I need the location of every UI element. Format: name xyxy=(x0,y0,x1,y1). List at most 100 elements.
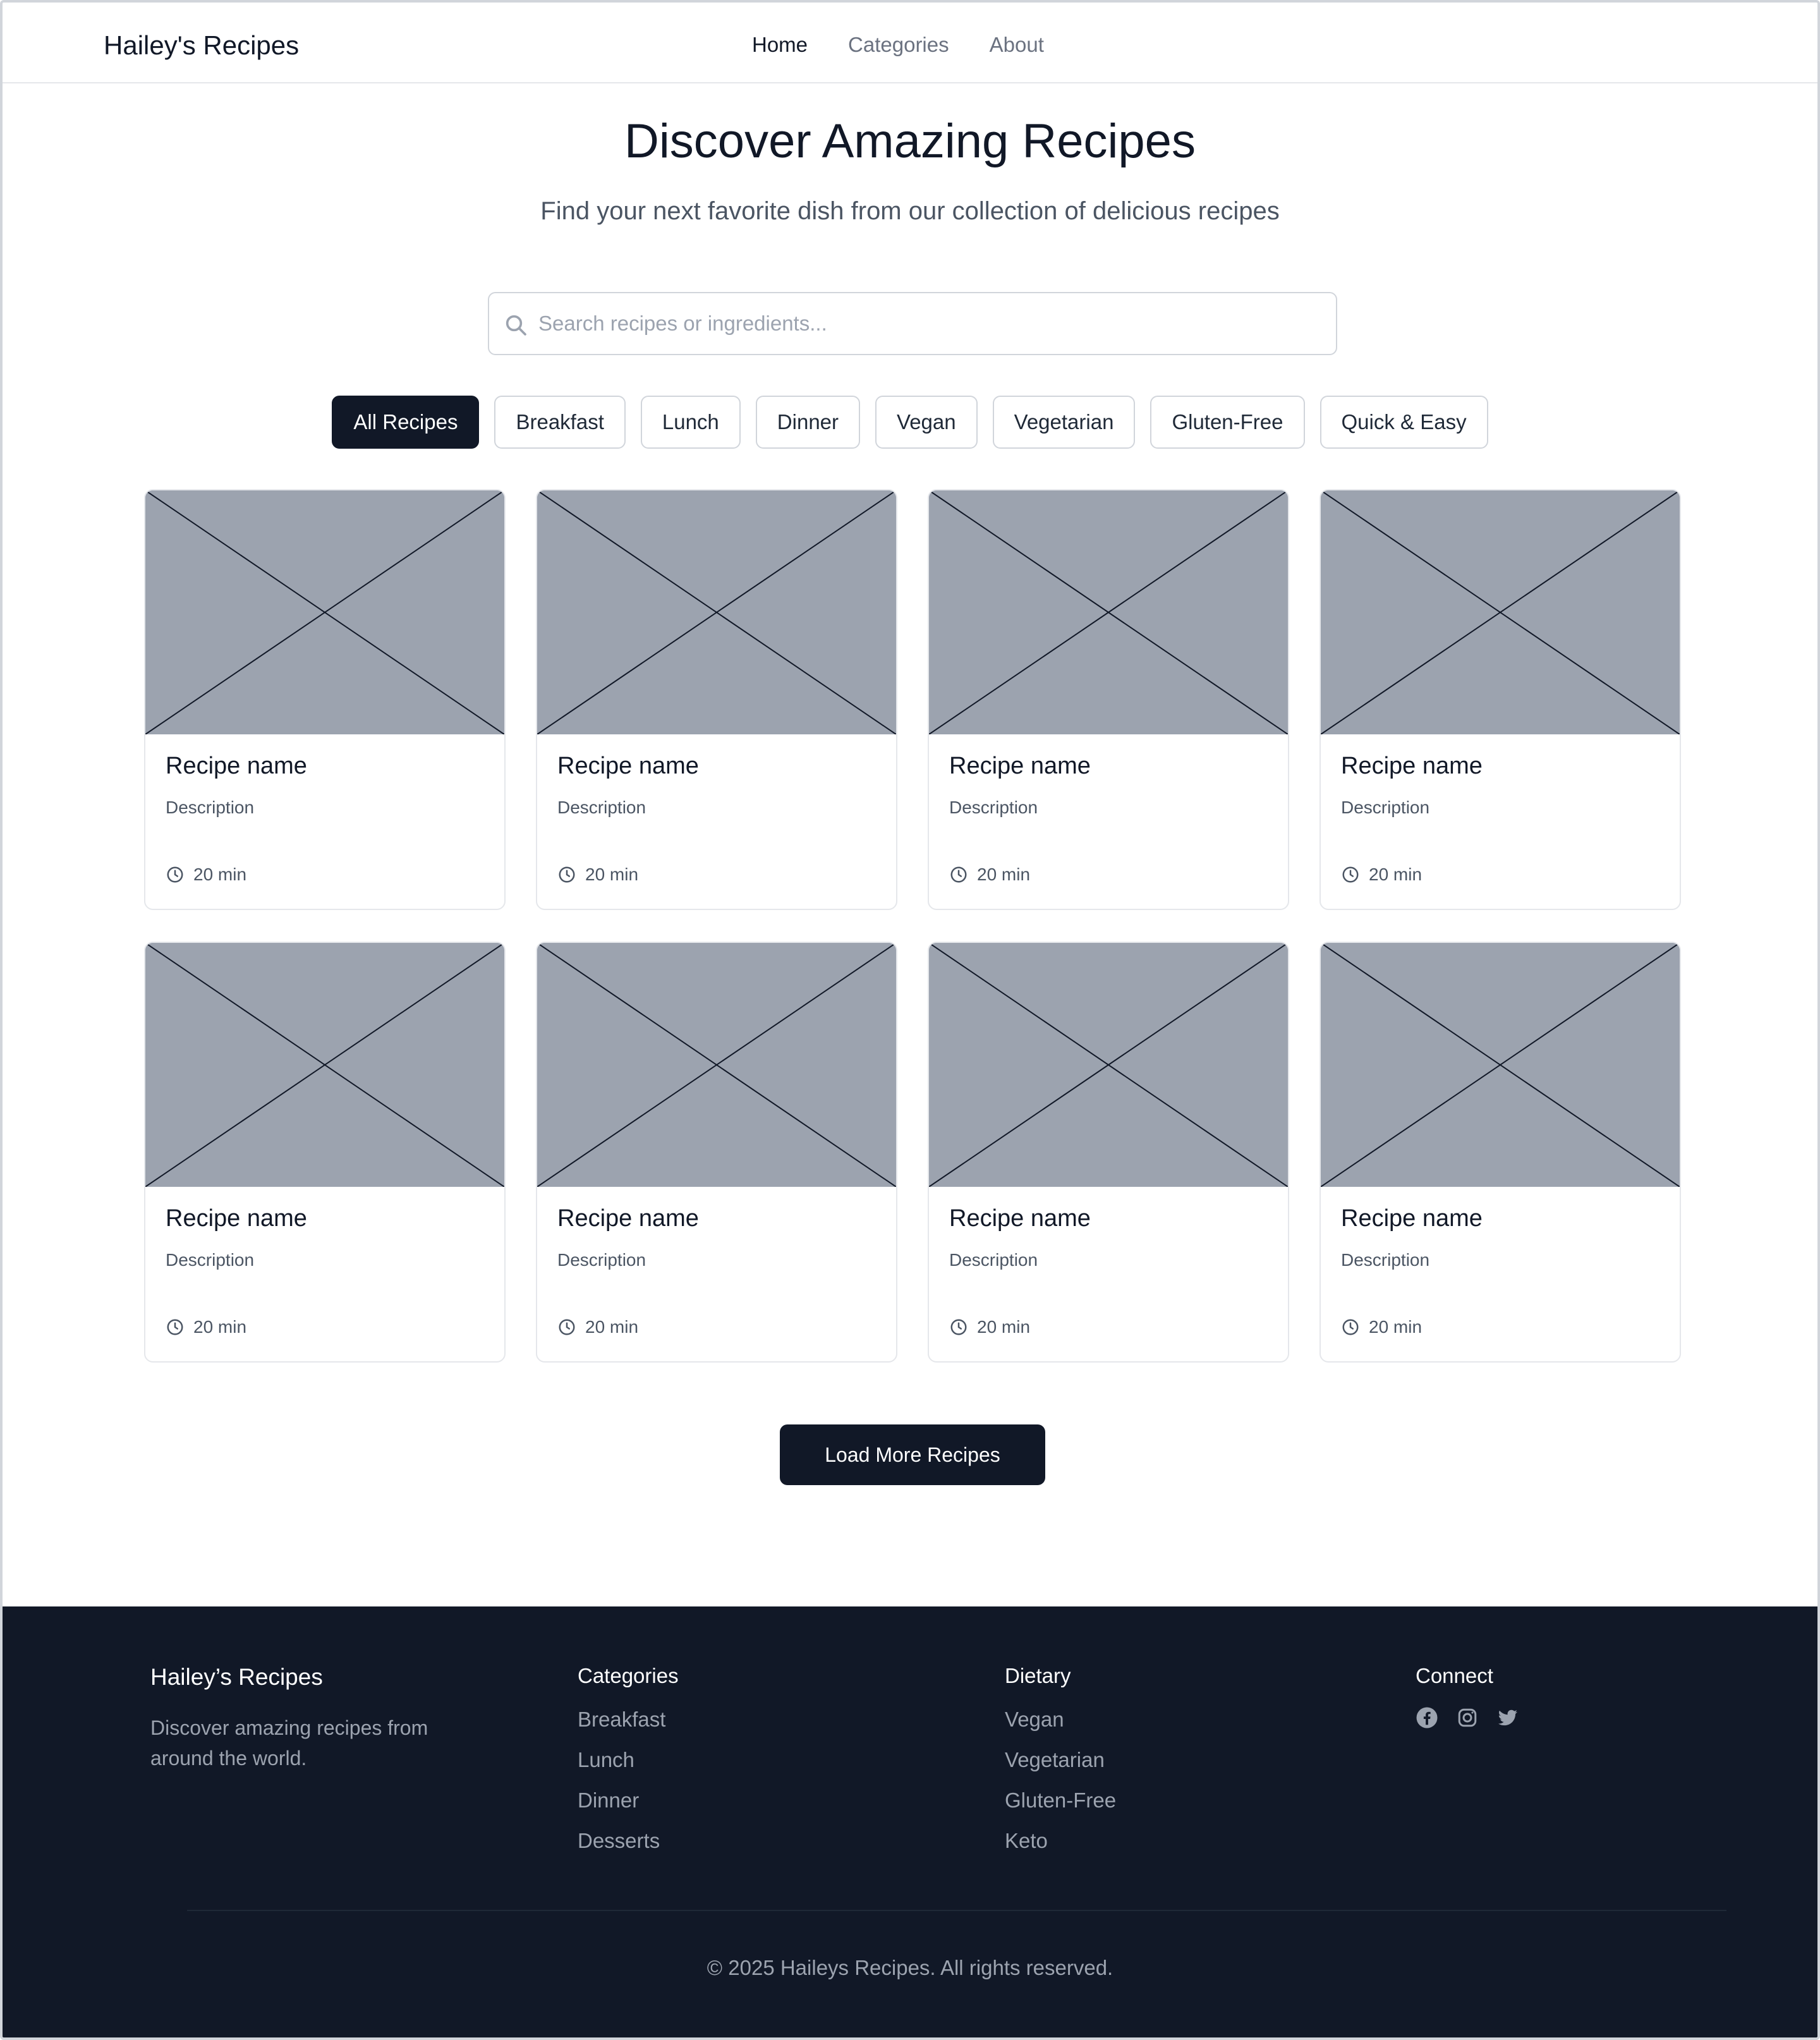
filter-quick-easy[interactable]: Quick & Easy xyxy=(1320,396,1488,449)
recipe-time: 20 min xyxy=(949,1316,1030,1339)
recipe-time: 20 min xyxy=(557,863,638,886)
instagram-icon[interactable] xyxy=(1456,1706,1479,1729)
recipe-description: Description xyxy=(949,798,1038,817)
recipe-time: 20 min xyxy=(166,1316,246,1339)
recipe-card[interactable]: Recipe name Description 20 min xyxy=(928,489,1289,910)
search-input[interactable] xyxy=(538,293,1322,354)
recipe-description: Description xyxy=(166,1250,255,1270)
footer-categories: Categories Breakfast Lunch Dinner Desser… xyxy=(578,1661,679,1867)
clock-icon xyxy=(167,1319,183,1335)
recipe-name: Recipe name xyxy=(1341,1205,1483,1232)
footer-connect: Connect xyxy=(1416,1661,1519,1729)
recipe-name: Recipe name xyxy=(166,753,307,779)
footer-link-vegetarian[interactable]: Vegetarian xyxy=(1005,1748,1105,1771)
recipe-time-label: 20 min xyxy=(977,865,1031,884)
main-nav: Home Categories About xyxy=(752,29,1044,61)
social-links xyxy=(1416,1706,1519,1729)
recipe-image-placeholder xyxy=(145,943,504,1187)
filter-vegetarian[interactable]: Vegetarian xyxy=(992,396,1136,449)
recipe-name: Recipe name xyxy=(949,1205,1091,1232)
recipe-name: Recipe name xyxy=(557,753,699,779)
footer-divider xyxy=(187,1910,1726,1911)
clock-icon xyxy=(1342,1319,1359,1335)
footer-link-keto[interactable]: Keto xyxy=(1005,1829,1048,1852)
recipe-description: Description xyxy=(949,1250,1038,1270)
recipe-time-label: 20 min xyxy=(585,865,639,884)
footer-link-dinner[interactable]: Dinner xyxy=(578,1788,639,1812)
load-more-button[interactable]: Load More Recipes xyxy=(780,1424,1045,1485)
clock-icon xyxy=(1342,866,1359,883)
recipe-image-placeholder xyxy=(929,943,1288,1187)
search-icon xyxy=(503,312,528,337)
clock-icon xyxy=(559,866,575,883)
recipe-card[interactable]: Recipe name Description 20 min xyxy=(1320,942,1681,1363)
filter-gluten-free[interactable]: Gluten-Free xyxy=(1150,396,1305,449)
twitter-icon[interactable] xyxy=(1496,1706,1519,1729)
footer-about: Hailey’s Recipes Discover amazing recipe… xyxy=(150,1661,479,1773)
footer-dietary-heading: Dietary xyxy=(1005,1664,1071,1687)
filter-dinner[interactable]: Dinner xyxy=(755,396,861,449)
recipe-time: 20 min xyxy=(557,1316,638,1339)
nav-home[interactable]: Home xyxy=(752,29,808,61)
clock-icon xyxy=(950,1319,967,1335)
recipe-card[interactable]: Recipe name Description 20 min xyxy=(928,942,1289,1363)
recipe-card[interactable]: Recipe name Description 20 min xyxy=(536,489,897,910)
recipe-time-label: 20 min xyxy=(193,1317,247,1337)
recipe-card[interactable]: Recipe name Description 20 min xyxy=(536,942,897,1363)
footer-categories-heading: Categories xyxy=(578,1664,679,1687)
clock-icon xyxy=(167,866,183,883)
footer-link-lunch[interactable]: Lunch xyxy=(578,1748,634,1771)
recipe-image-placeholder xyxy=(537,490,896,734)
site-header: Hailey's Recipes Home Categories About xyxy=(3,3,1817,83)
footer-link-breakfast[interactable]: Breakfast xyxy=(578,1708,665,1731)
recipe-description: Description xyxy=(557,798,646,817)
nav-about[interactable]: About xyxy=(990,29,1044,61)
footer-link-desserts[interactable]: Desserts xyxy=(578,1829,660,1852)
page: Hailey's Recipes Home Categories About D… xyxy=(0,0,1820,2040)
filter-all-recipes[interactable]: All Recipes xyxy=(332,396,480,449)
facebook-icon[interactable] xyxy=(1416,1706,1438,1729)
nav-categories[interactable]: Categories xyxy=(848,29,949,61)
recipe-time: 20 min xyxy=(166,863,246,886)
recipe-grid: Recipe name Description 20 min Recipe na… xyxy=(144,489,1681,1363)
filter-vegan[interactable]: Vegan xyxy=(875,396,978,449)
recipe-card[interactable]: Recipe name Description 20 min xyxy=(144,489,506,910)
copyright-text: © 2025 Haileys Recipes. All rights reser… xyxy=(707,1956,1113,1979)
hero-subtitle: Find your next favorite dish from our co… xyxy=(540,197,1280,225)
footer-description: Discover amazing recipes from around the… xyxy=(150,1716,428,1770)
recipe-name: Recipe name xyxy=(166,1205,307,1232)
site-footer: Hailey’s Recipes Discover amazing recipe… xyxy=(3,1606,1817,2037)
footer-link-vegan[interactable]: Vegan xyxy=(1005,1708,1064,1731)
recipe-time-label: 20 min xyxy=(1369,865,1423,884)
footer-connect-heading: Connect xyxy=(1416,1664,1493,1687)
recipe-image-placeholder xyxy=(929,490,1288,734)
clock-icon xyxy=(950,866,967,883)
recipe-image-placeholder xyxy=(145,490,504,734)
search-box xyxy=(488,292,1337,355)
clock-icon xyxy=(559,1319,575,1335)
recipe-description: Description xyxy=(1341,798,1430,817)
recipe-name: Recipe name xyxy=(1341,753,1483,779)
recipe-image-placeholder xyxy=(537,943,896,1187)
recipe-time: 20 min xyxy=(1341,863,1422,886)
footer-link-gluten-free[interactable]: Gluten-Free xyxy=(1005,1788,1116,1812)
filter-lunch[interactable]: Lunch xyxy=(640,396,741,449)
recipe-time-label: 20 min xyxy=(193,865,247,884)
recipe-description: Description xyxy=(1341,1250,1430,1270)
filter-breakfast[interactable]: Breakfast xyxy=(494,396,626,449)
footer-dietary: Dietary Vegan Vegetarian Gluten-Free Ket… xyxy=(1005,1661,1116,1867)
recipe-card[interactable]: Recipe name Description 20 min xyxy=(144,942,506,1363)
recipe-description: Description xyxy=(166,798,255,817)
recipe-time-label: 20 min xyxy=(1369,1317,1423,1337)
recipe-description: Description xyxy=(557,1250,646,1270)
recipe-time-label: 20 min xyxy=(585,1317,639,1337)
recipe-image-placeholder xyxy=(1321,943,1680,1187)
recipe-time: 20 min xyxy=(949,863,1030,886)
recipe-name: Recipe name xyxy=(557,1205,699,1232)
category-filters: All Recipes Breakfast Lunch Dinner Vegan… xyxy=(3,396,1817,449)
recipe-name: Recipe name xyxy=(949,753,1091,779)
recipe-time-label: 20 min xyxy=(977,1317,1031,1337)
site-brand[interactable]: Hailey's Recipes xyxy=(104,28,299,63)
recipe-card[interactable]: Recipe name Description 20 min xyxy=(1320,489,1681,910)
recipe-image-placeholder xyxy=(1321,490,1680,734)
